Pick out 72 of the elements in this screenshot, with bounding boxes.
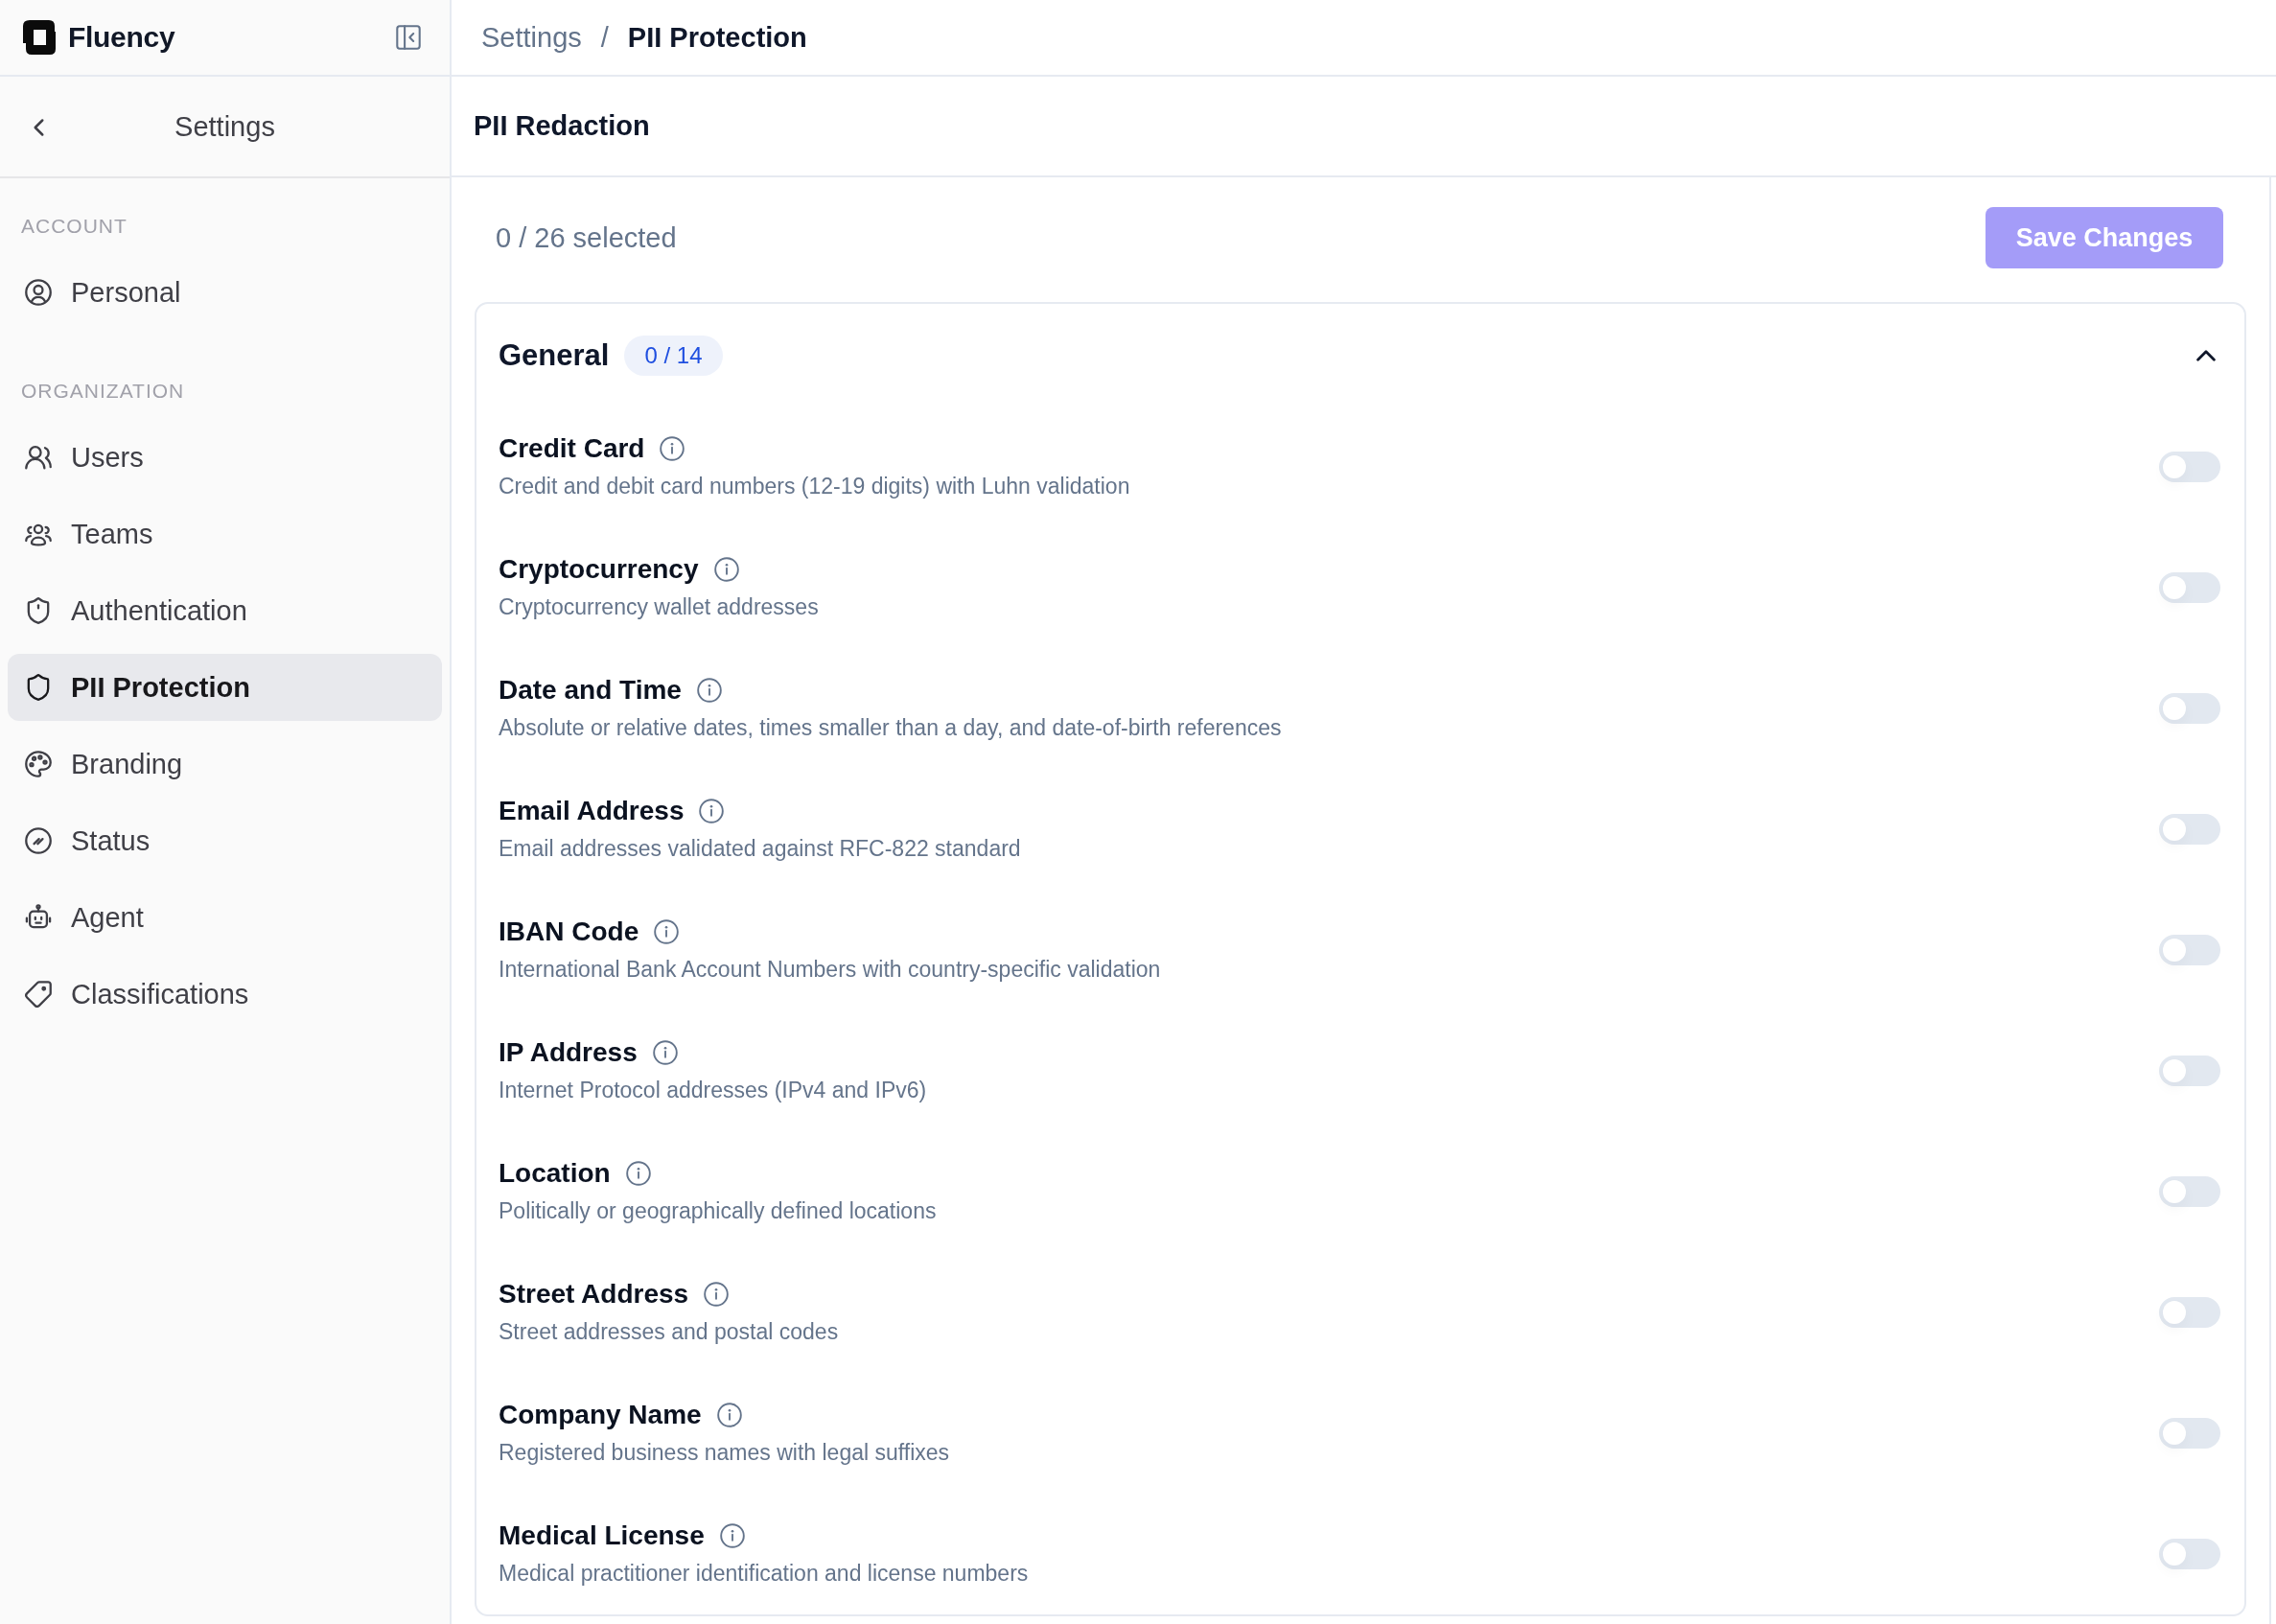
circle-slash-icon (25, 827, 52, 854)
option-description: Credit and debit card numbers (12-19 digits) with Luhn validation (499, 473, 1130, 500)
logo-icon (23, 20, 56, 55)
toggle-switch[interactable] (2159, 934, 2220, 965)
toggle-switch[interactable] (2159, 1055, 2220, 1086)
info-icon[interactable] (660, 436, 685, 461)
option-title: Cryptocurrency (499, 554, 699, 585)
breadcrumb-link[interactable]: Settings (481, 21, 582, 54)
toggle-switch[interactable] (2159, 571, 2220, 603)
chevron-left-icon[interactable] (32, 118, 46, 137)
sidebar-item[interactable]: Teams (8, 500, 442, 568)
option-description: Cryptocurrency wallet addresses (499, 593, 819, 621)
sidebar-item[interactable]: Users (8, 424, 442, 491)
shield-icon (25, 674, 52, 701)
shield-icon (25, 597, 52, 624)
toggle-switch[interactable] (2159, 692, 2220, 724)
option-description: Registered business names with legal suffixes (499, 1439, 950, 1467)
option-title: IBAN Code (499, 916, 639, 947)
sidebar-item[interactable]: Personal (8, 259, 442, 326)
option-description: Politically or geographically defined locations (499, 1197, 937, 1225)
robot-icon (25, 904, 52, 931)
sidebar-item[interactable]: Classifications (8, 961, 442, 1028)
info-icon[interactable] (716, 1403, 742, 1427)
brand-name: Fluency (68, 21, 175, 54)
users-icon (25, 444, 52, 471)
palette-icon (25, 751, 52, 777)
info-icon[interactable] (625, 1161, 651, 1186)
option-description: International Bank Account Numbers with country-specific validation (499, 956, 1161, 984)
option-title: Location (499, 1158, 611, 1189)
panel-left-icon[interactable] (396, 25, 421, 50)
sidebar-title: Settings (174, 110, 275, 143)
option-title: Credit Card (499, 433, 645, 464)
info-icon[interactable] (719, 1523, 745, 1548)
tag-icon (25, 981, 52, 1008)
count-badge: 0 / 14 (624, 336, 723, 376)
sidebar-item[interactable]: PII Protection (8, 654, 442, 721)
sidebar-item[interactable]: Authentication (8, 577, 442, 644)
breadcrumb-separator: / (600, 21, 609, 54)
selection-count: 0 / 26 selected (496, 221, 677, 254)
option-title: Street Address (499, 1279, 689, 1310)
chevron-up-icon[interactable] (2196, 349, 2216, 362)
user-circle-icon (25, 279, 52, 306)
option-title: Company Name (499, 1400, 702, 1430)
info-icon[interactable] (696, 678, 722, 703)
section-label: ORGANIZATION (20, 379, 186, 404)
toggle-switch[interactable] (2159, 1175, 2220, 1207)
option-description: Internet Protocol addresses (IPv4 and IPv6) (499, 1077, 927, 1104)
option-description: Absolute or relative dates, times smaller than a day, and date-of-birth references (499, 714, 1282, 742)
toggle-switch[interactable] (2159, 1296, 2220, 1328)
option-title: Medical License (499, 1520, 705, 1551)
info-icon[interactable] (713, 557, 739, 582)
section-label: ACCOUNT (20, 214, 128, 239)
sidebar-item[interactable]: Branding (8, 731, 442, 798)
info-icon[interactable] (654, 919, 680, 944)
option-description: Email addresses validated against RFC-822 standard (499, 835, 1021, 863)
toggle-switch[interactable] (2159, 813, 2220, 845)
option-description: Medical practitioner identification and license numbers (499, 1560, 1029, 1588)
page-title: PII Redaction (474, 110, 650, 142)
breadcrumb-link[interactable]: PII Protection (627, 21, 807, 54)
toggle-switch[interactable] (2159, 1538, 2220, 1569)
sidebar-item[interactable]: Status (8, 807, 442, 874)
option-title: Date and Time (499, 675, 682, 706)
toggle-switch[interactable] (2159, 451, 2220, 482)
info-icon[interactable] (699, 799, 725, 824)
group-title: General (499, 338, 610, 373)
option-description: Street addresses and postal codes (499, 1318, 839, 1346)
option-title: Email Address (499, 796, 685, 826)
info-icon[interactable] (652, 1040, 678, 1065)
option-title: IP Address (499, 1037, 638, 1068)
toggle-switch[interactable] (2159, 1417, 2220, 1449)
info-icon[interactable] (704, 1282, 730, 1307)
sidebar-item[interactable]: Agent (8, 884, 442, 951)
